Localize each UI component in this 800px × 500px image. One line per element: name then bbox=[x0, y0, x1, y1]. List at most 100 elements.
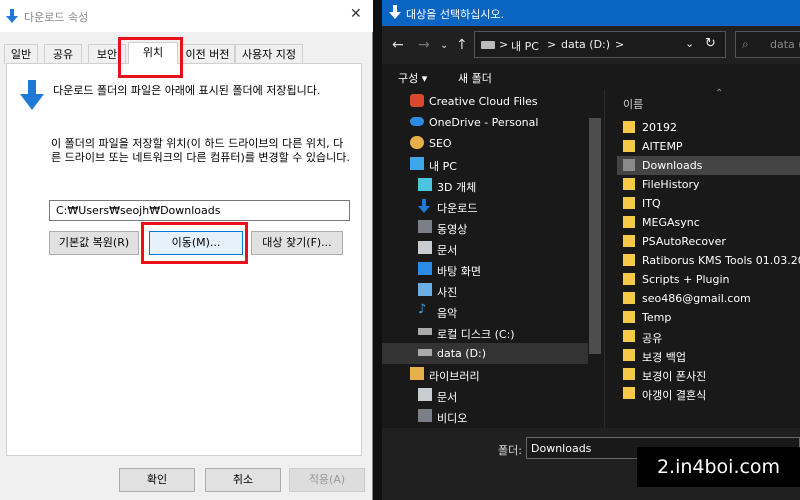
list-item[interactable]: Ratiborus KMS Tools 01.03.2023 bbox=[617, 251, 800, 270]
list-item[interactable]: 공유 bbox=[617, 327, 800, 346]
nav-item-label: SEO bbox=[429, 137, 452, 150]
nav-item-creative-cloud[interactable]: Creative Cloud Files bbox=[382, 91, 588, 112]
navigation-pane: Creative Cloud Files OneDrive - Personal… bbox=[382, 90, 604, 428]
download-arrow-icon bbox=[418, 199, 432, 213]
folder-icon bbox=[623, 216, 635, 228]
breadcrumb-sep: > bbox=[499, 38, 509, 51]
onedrive-icon bbox=[410, 117, 424, 126]
nav-item-documents[interactable]: 문서 bbox=[382, 238, 588, 259]
folder-icon bbox=[623, 368, 635, 380]
column-header-name[interactable]: 이름 bbox=[623, 96, 643, 112]
drive-icon bbox=[481, 39, 495, 52]
breadcrumb-sep: > bbox=[615, 38, 625, 51]
breadcrumb-drive[interactable]: data (D:) bbox=[561, 38, 610, 51]
tab-general[interactable]: 일반 bbox=[4, 44, 38, 64]
music-icon: ♪ bbox=[418, 302, 427, 317]
nav-item-drive-c[interactable]: 로컬 디스크 (C:) bbox=[382, 322, 588, 343]
nav-item-downloads[interactable]: 다운로드 bbox=[382, 196, 588, 217]
close-icon[interactable]: ✕ bbox=[350, 6, 362, 22]
folder-icon bbox=[623, 197, 635, 209]
picker-titlebar: 대상을 선택하십시오. bbox=[382, 0, 800, 26]
nav-item-label: OneDrive - Personal bbox=[429, 116, 539, 129]
list-item[interactable]: MEGAsync bbox=[617, 213, 800, 232]
list-item[interactable]: 보경 백업 bbox=[617, 346, 800, 365]
picture-icon bbox=[418, 283, 432, 296]
sort-chevron-icon[interactable]: ⌃ bbox=[715, 88, 723, 99]
nav-item-music[interactable]: ♪ 음악 bbox=[382, 301, 588, 322]
nav-item-desktop[interactable]: 바탕 화면 bbox=[382, 259, 588, 280]
forward-arrow-icon[interactable]: → bbox=[418, 37, 430, 53]
nav-item-videos[interactable]: 동영상 bbox=[382, 217, 588, 238]
pc-icon bbox=[410, 157, 424, 170]
folder-icon bbox=[623, 235, 635, 247]
user-icon bbox=[410, 136, 424, 149]
nav-item-user[interactable]: SEO bbox=[382, 133, 588, 154]
description-text: 다운로드 폴더의 파일은 아래에 표시된 폴더에 저장됩니다. bbox=[53, 84, 321, 97]
download-folder-icon bbox=[19, 80, 45, 113]
find-target-button[interactable]: 대상 찾기(F)... bbox=[251, 231, 343, 255]
nav-item-3d[interactable]: 3D 개체 bbox=[382, 175, 588, 196]
organize-button[interactable]: 구성 ▾ bbox=[398, 70, 427, 86]
folder-icon bbox=[623, 178, 635, 190]
list-item[interactable]: 20192 bbox=[617, 118, 800, 137]
list-item[interactable]: Downloads bbox=[617, 156, 800, 175]
folder-path-input[interactable]: C:₩Users₩seojh₩Downloads bbox=[49, 200, 350, 221]
nav-item-label: 문서 bbox=[437, 244, 458, 257]
list-item[interactable]: seo486@gmail.com bbox=[617, 289, 800, 308]
document-icon bbox=[418, 241, 432, 254]
nav-item-this-pc[interactable]: 내 PC bbox=[382, 154, 588, 175]
folder-icon bbox=[623, 254, 635, 266]
nav-item-label: 사진 bbox=[437, 286, 458, 299]
command-bar: 구성 ▾ 새 폴더 bbox=[382, 64, 800, 90]
description-text-2: 이 폴더의 파일을 저장할 위치(이 하드 드라이브의 다른 위치, 다른 드라… bbox=[51, 137, 350, 164]
apply-button[interactable]: 적용(A) bbox=[289, 468, 365, 492]
tab-sharing[interactable]: 공유 bbox=[44, 44, 82, 64]
list-item[interactable]: PSAutoRecover bbox=[617, 232, 800, 251]
search-input[interactable]: ⌕ data ( bbox=[735, 31, 800, 58]
tab-previous-versions[interactable]: 이전 버전 bbox=[180, 44, 235, 64]
folder-label: 폴더: bbox=[498, 444, 522, 457]
address-bar[interactable]: > 내 PC > data (D:) > ⌄ ↻ bbox=[474, 31, 726, 58]
dialog-title: 다운로드 속성 bbox=[24, 11, 89, 24]
back-arrow-icon[interactable]: ← bbox=[392, 37, 404, 53]
video-icon bbox=[418, 220, 432, 233]
search-icon: ⌕ bbox=[742, 37, 749, 51]
nav-scrollbar[interactable] bbox=[589, 118, 601, 354]
watermark: 2.in4boi.com bbox=[637, 447, 800, 487]
folder-icon bbox=[623, 387, 635, 399]
nav-item-pictures[interactable]: 사진 bbox=[382, 280, 588, 301]
nav-item-label: 바탕 화면 bbox=[437, 265, 481, 278]
list-item[interactable]: FileHistory bbox=[617, 175, 800, 194]
nav-item-label: 라이브러리 bbox=[429, 370, 480, 383]
download-arrow-icon bbox=[6, 9, 18, 26]
nav-item-libraries[interactable]: 라이브러리 bbox=[382, 364, 588, 385]
restore-default-button[interactable]: 기본값 복원(R) bbox=[49, 231, 139, 255]
chevron-down-icon[interactable]: ⌄ bbox=[440, 40, 448, 51]
tab-location[interactable]: 위치 bbox=[128, 42, 178, 64]
video-icon bbox=[418, 409, 432, 422]
3d-objects-icon bbox=[418, 178, 432, 191]
nav-item-lib-documents[interactable]: 문서 bbox=[382, 385, 588, 406]
list-item[interactable]: Temp bbox=[617, 308, 800, 327]
desktop-icon bbox=[418, 262, 432, 275]
new-folder-button[interactable]: 새 폴더 bbox=[458, 70, 492, 86]
file-list: ⌃ 이름 20192 AITEMP Downloads FileHistory … bbox=[604, 88, 800, 428]
library-icon bbox=[410, 367, 424, 380]
breadcrumb-sep: > bbox=[547, 38, 557, 51]
breadcrumb-pc[interactable]: 내 PC bbox=[511, 38, 539, 54]
refresh-icon[interactable]: ↻ bbox=[705, 36, 716, 51]
list-item[interactable]: Scripts + Plugin bbox=[617, 270, 800, 289]
nav-item-onedrive[interactable]: OneDrive - Personal bbox=[382, 112, 588, 133]
list-item[interactable]: ITQ bbox=[617, 194, 800, 213]
folder-icon bbox=[623, 273, 635, 285]
cancel-button[interactable]: 취소 bbox=[205, 468, 281, 492]
tab-customize[interactable]: 사용자 지정 bbox=[235, 44, 303, 64]
list-item[interactable]: 아갱이 결혼식 bbox=[617, 384, 800, 403]
up-arrow-icon[interactable]: ↑ bbox=[456, 37, 468, 53]
nav-item-drive-d[interactable]: data (D:) bbox=[382, 343, 588, 364]
list-item[interactable]: AITEMP bbox=[617, 137, 800, 156]
ok-button[interactable]: 확인 bbox=[119, 468, 195, 492]
nav-item-lib-videos[interactable]: 비디오 bbox=[382, 406, 588, 427]
list-item[interactable]: 보경이 폰사진 bbox=[617, 365, 800, 384]
chevron-down-icon[interactable]: ⌄ bbox=[685, 37, 694, 50]
